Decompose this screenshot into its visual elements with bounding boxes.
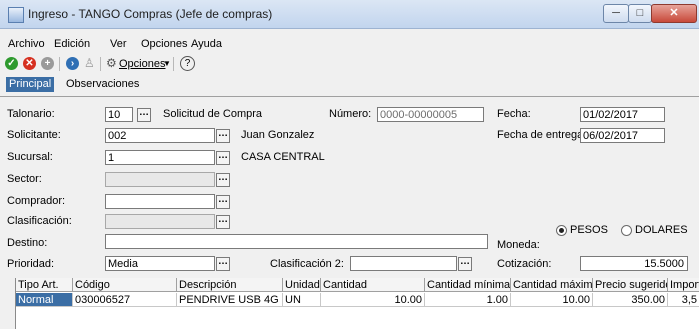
sucursal-lookup-button[interactable]: … [216,151,230,165]
column-header-tipo-art[interactable]: Tipo Art. [16,278,73,292]
comprador-lookup-button[interactable]: … [216,195,230,209]
close-button[interactable]: ✕ [651,4,697,23]
column-header-cantidad[interactable]: Cantidad [321,278,425,292]
menu-edicion[interactable]: Edición [54,38,90,50]
destino-label: Destino: [7,237,48,249]
column-header-cantidad-minima[interactable]: Cantidad mínima [425,278,511,292]
chevron-down-icon[interactable]: ▼ [163,59,171,68]
numero-label: Número: [329,108,372,120]
items-grid: Tipo Art. Código Descripción Unidad Cant… [15,278,699,329]
gear-icon[interactable]: ⚙ [106,56,117,70]
options-dropdown[interactable]: Opciones [119,58,165,70]
clasificacion-field[interactable] [105,214,215,229]
menu-ayuda[interactable]: Ayuda [191,38,222,50]
toolbar-separator [59,57,60,71]
moneda-label: Moneda: [497,239,540,251]
add-icon[interactable]: + [41,57,54,70]
sucursal-description: CASA CENTRAL [241,151,325,163]
solicitante-description: Juan Gonzalez [241,129,315,141]
comprador-label: Comprador: [7,195,66,207]
clasificacion2-lookup-button[interactable]: … [458,257,472,271]
column-header-descripcion[interactable]: Descripción [177,278,283,292]
toolbar-separator [173,57,174,71]
sector-lookup-button[interactable]: … [216,173,230,187]
table-cell-cantidad-minima[interactable]: 1.00 [425,293,511,307]
talonario-description: Solicitud de Compra [163,108,263,120]
table-cell-cantidad-maxima[interactable]: 10.00 [511,293,593,307]
cotizacion-field[interactable]: 15.5000 [580,256,688,271]
clasificacion-lookup-button[interactable]: … [216,215,230,229]
toolbar: ✓ ✕ + › ♙ ⚙ Opciones ▼ ? [0,53,699,75]
cancel-icon[interactable]: ✕ [23,57,36,70]
comprador-field[interactable] [105,194,215,209]
menu-ver[interactable]: Ver [110,38,127,50]
talonario-field[interactable]: 10 [105,107,133,122]
moneda-pesos-label: PESOS [570,224,608,236]
solicitante-field[interactable]: 002 [105,128,215,143]
sector-label: Sector: [7,173,42,185]
prioridad-label: Prioridad: [7,258,55,270]
menu-opciones[interactable]: Opciones [141,38,187,50]
moneda-pesos-radio[interactable] [556,225,567,236]
moneda-dolares-label: DOLARES [635,224,688,236]
talonario-lookup-button[interactable]: … [137,108,151,122]
prioridad-lookup-button[interactable]: … [216,257,230,271]
sucursal-field[interactable]: 1 [105,150,215,165]
table-cell-importe[interactable]: 3,5 [668,293,699,307]
column-header-precio-sugerido[interactable]: Precio sugerido [593,278,668,292]
table-cell-unidad[interactable]: UN [283,293,321,307]
fecha-entrega-label: Fecha de entrega: [497,129,587,141]
form-panel [0,96,699,279]
table-cell-precio-sugerido[interactable]: 350.00 [593,293,668,307]
help-icon[interactable]: ? [180,56,195,71]
users-icon[interactable]: ♙ [84,56,95,70]
table-cell-cantidad[interactable]: 10.00 [321,293,425,307]
clasificacion-label: Clasificación: [7,215,72,227]
toolbar-separator [100,57,101,71]
table-cell-tipo-art[interactable]: Normal [16,293,73,307]
sector-field[interactable] [105,172,215,187]
sucursal-label: Sucursal: [7,151,53,163]
menu-bar: Archivo Edición Ver Opciones Ayuda [0,36,699,53]
column-header-cantidad-maxima[interactable]: Cantidad máxima [511,278,593,292]
minimize-button[interactable]: ─ [603,4,629,23]
column-header-unidad[interactable]: Unidad [283,278,321,292]
numero-field[interactable]: 0000-00000005 [377,107,484,122]
check-icon[interactable]: ✓ [5,57,18,70]
solicitante-lookup-button[interactable]: … [216,129,230,143]
tab-principal[interactable]: Principal [6,77,55,92]
clasificacion2-field[interactable] [350,256,457,271]
table-cell-descripcion[interactable]: PENDRIVE USB 4G [177,293,283,307]
cotizacion-label: Cotización: [497,258,552,270]
talonario-label: Talonario: [7,108,55,120]
menu-archivo[interactable]: Archivo [8,38,45,50]
title-bar: Ingreso - TANGO Compras (Jefe de compras… [0,0,699,29]
tab-bar: Principal Observaciones [0,77,699,94]
maximize-button[interactable]: □ [628,4,652,23]
prioridad-field[interactable]: Media [105,256,215,271]
search-circle-icon[interactable]: › [66,57,79,70]
grid-row-indicator [0,278,15,329]
moneda-dolares-radio[interactable] [621,225,632,236]
clasificacion2-label: Clasificación 2: [270,258,344,270]
solicitante-label: Solicitante: [7,129,61,141]
app-icon [8,7,24,23]
fecha-field[interactable]: 01/02/2017 [580,107,665,122]
column-header-codigo[interactable]: Código [73,278,177,292]
destino-field[interactable] [105,234,488,249]
tab-observaciones[interactable]: Observaciones [66,77,139,92]
table-cell-codigo[interactable]: 030006527 [73,293,177,307]
fecha-entrega-field[interactable]: 06/02/2017 [580,128,665,143]
column-header-importe[interactable]: Importe [668,278,699,292]
fecha-label: Fecha: [497,108,531,120]
window-title: Ingreso - TANGO Compras (Jefe de compras… [28,7,273,21]
